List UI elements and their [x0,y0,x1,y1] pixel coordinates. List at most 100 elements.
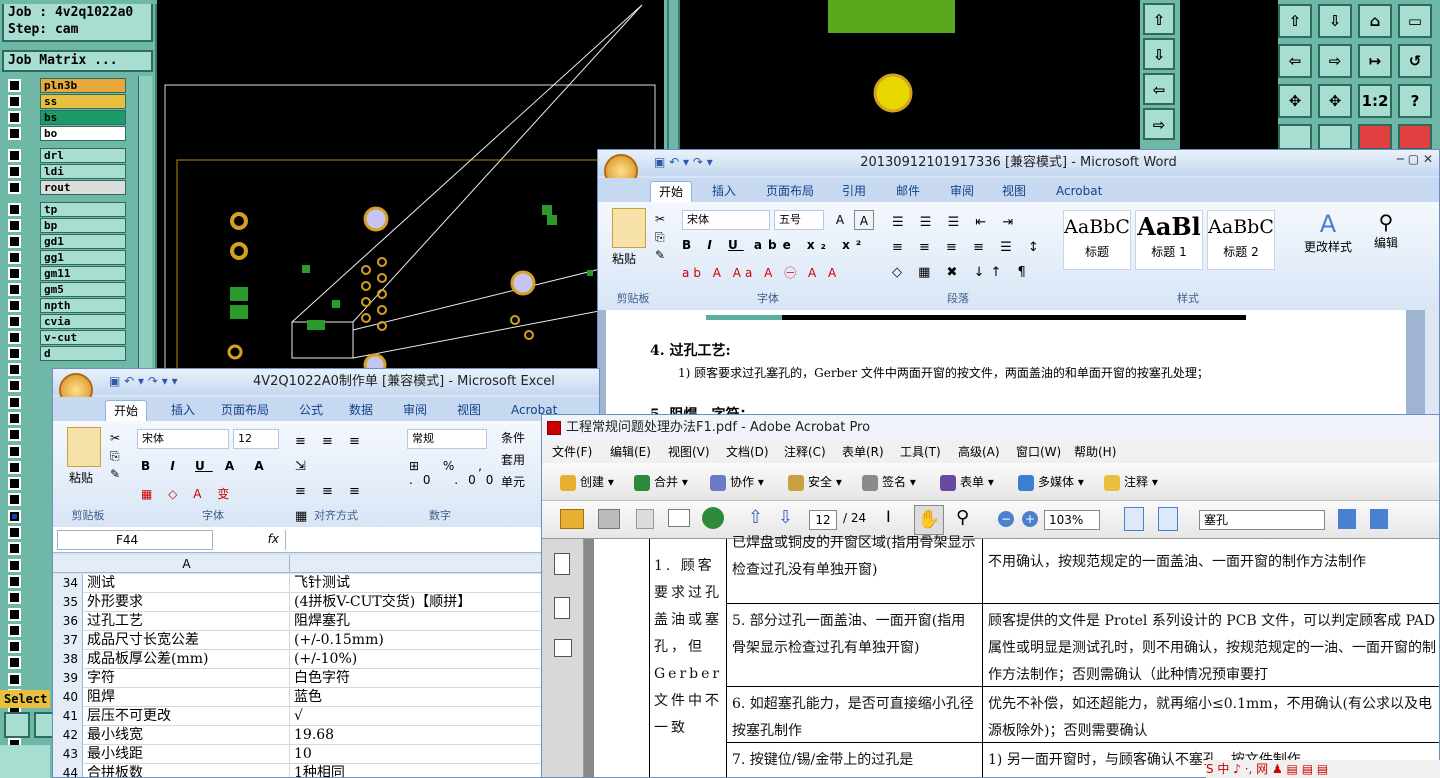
layer-checkbox[interactable] [8,165,21,178]
layer-row[interactable]: rout [4,180,126,195]
layer-row[interactable]: d [4,346,126,361]
paste-button[interactable]: 粘贴 [612,250,636,267]
layer-checkbox[interactable] [8,656,21,670]
cell-a[interactable]: 字符 [84,669,290,688]
layer-checkbox[interactable] [8,347,21,360]
menu-item[interactable]: 表单(R) [842,441,884,463]
tool-icon[interactable] [1278,124,1312,150]
pdf-page[interactable]: 1. 顾客要求过孔盖油或塞孔，但 Gerber 文件中不一致 已焊盘或铜皮的开窗… [594,535,1439,777]
cell-a[interactable]: 合拼板数 [84,764,290,777]
tool-icon[interactable]: ▭ [1398,4,1432,38]
task-button[interactable]: 注释 ▾ [1104,472,1158,492]
layer-row[interactable]: gd1 [4,234,126,249]
select-text-icon[interactable]: I [886,507,891,526]
layer-checkbox[interactable] [8,219,21,232]
number-format-select[interactable]: 常规 [407,429,487,449]
row-number[interactable]: 38 [53,650,83,669]
tab-6[interactable]: 视图 [449,400,489,420]
tool-icon[interactable]: ✥ [1318,84,1352,118]
tool-icon[interactable] [1318,124,1352,150]
layer-row[interactable] [4,427,44,442]
menu-item[interactable]: 视图(V) [668,441,710,463]
task-button[interactable]: 创建 ▾ [560,472,614,492]
signatures-icon[interactable] [554,639,572,657]
font-name-select[interactable]: 宋体 [682,210,770,230]
search-input[interactable]: 塞孔 [1199,510,1325,530]
search-prev-icon[interactable] [1338,509,1356,529]
task-button[interactable]: 安全 ▾ [788,472,842,492]
layer-checkbox[interactable] [8,428,21,442]
layer-checkbox[interactable] [8,251,21,264]
tab-1[interactable]: 插入 [163,400,203,420]
tool-icon[interactable]: ✥ [1278,84,1312,118]
tool-icon[interactable]: ⇧ [1278,4,1312,38]
layer-row[interactable] [4,525,44,540]
cam-splitter[interactable] [667,0,680,150]
tab-3[interactable]: 公式 [291,400,331,420]
layer-checkbox[interactable] [8,111,21,124]
layer-row[interactable] [4,558,44,573]
fx-icon[interactable]: fx [219,530,279,550]
cam-tool-icon[interactable] [4,712,30,738]
font-style-buttons[interactable]: B I U abe x₂ x² [682,238,867,252]
layer-row[interactable] [4,672,44,687]
tool-icon[interactable]: ⇧ [1143,3,1175,35]
print-icon[interactable] [598,509,620,529]
row-number[interactable]: 40 [53,688,83,707]
zoom-in-icon[interactable]: + [1022,511,1038,527]
tool-icon[interactable]: ⇨ [1318,44,1352,78]
row-number[interactable]: 37 [53,631,83,650]
layer-row[interactable] [4,378,44,393]
layer-checkbox[interactable] [8,79,21,92]
page-number-input[interactable]: 12 [809,510,837,530]
layer-checkbox[interactable] [8,623,21,637]
layer-row[interactable]: cvia [4,314,126,329]
layer-row[interactable] [4,362,44,377]
layer-row[interactable] [4,492,44,507]
layer-checkbox[interactable] [8,127,21,140]
layer-checkbox[interactable] [8,315,21,328]
cell-a[interactable]: 外形要求 [84,593,290,612]
open-folder-icon[interactable] [560,509,584,529]
zoom-tool-icon[interactable]: ⚲ [956,507,969,528]
row-number[interactable]: 36 [53,612,83,631]
zoom-out-icon[interactable]: − [998,511,1014,527]
tool-icon[interactable]: ⇦ [1278,44,1312,78]
menu-item[interactable]: 文件(F) [552,441,592,463]
layer-checkbox[interactable] [8,299,21,312]
cell-a[interactable]: 测试 [84,574,290,593]
layer-checkbox[interactable] [8,640,21,654]
layer-row[interactable]: ldi [4,164,126,179]
tab-0[interactable]: 开始 [105,400,148,421]
word-page[interactable]: 4. 过孔工艺: 1) 顾客要求过孔塞孔的，Gerber 文件中两面开窗的按文件… [606,310,1406,428]
tab-5[interactable]: 审阅 [395,400,435,420]
layer-row[interactable] [4,411,44,426]
layer-checkbox[interactable] [8,672,21,686]
layer-row[interactable]: gg1 [4,250,126,265]
layer-row[interactable] [4,574,44,589]
layer-row[interactable] [4,655,44,670]
cell-a[interactable]: 成品尺寸长宽公差 [84,631,290,650]
tool-icon[interactable]: 1:2 [1358,84,1392,118]
next-page-icon[interactable]: ⇩ [778,507,793,528]
pages-icon[interactable] [554,553,570,575]
cam-graphic-canvas-2[interactable] [680,0,1140,150]
cam-tool-icon[interactable] [34,712,54,738]
layer-checkbox[interactable] [8,460,21,474]
tab-5[interactable]: 审阅 [942,181,982,201]
word-scrollbar[interactable] [1425,310,1439,428]
fit-width-icon[interactable] [1158,507,1178,531]
cell-a[interactable]: 过孔工艺 [84,612,290,631]
clipboard-tools[interactable]: ✂ ⎘ ✎ [110,429,120,483]
bookmarks-icon[interactable] [554,597,570,619]
clear-format-icon[interactable]: A [854,210,874,230]
row-number[interactable]: 43 [53,745,83,764]
layer-row[interactable] [4,541,44,556]
layer-checkbox[interactable] [8,267,21,280]
font-style-buttons[interactable]: B I U A A [141,459,272,473]
row-number[interactable]: 44 [53,764,83,777]
layer-row[interactable]: drl [4,148,126,163]
number-tools[interactable]: ⊞ % , .0 .00 [409,459,503,487]
layer-checkbox[interactable] [8,477,21,491]
layer-row[interactable]: ss [4,94,126,109]
